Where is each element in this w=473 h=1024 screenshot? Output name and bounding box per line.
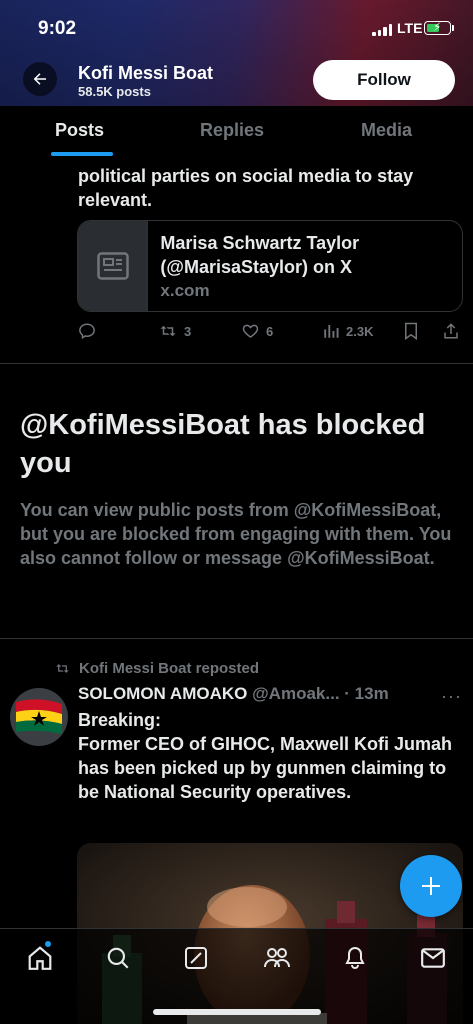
article-icon — [78, 221, 149, 311]
repost-button[interactable]: 3 — [158, 322, 191, 340]
tab-media[interactable]: Media — [361, 120, 412, 141]
post-text-line: Breaking: — [78, 710, 162, 730]
post-text[interactable]: Breaking: Former CEO of GIHOC, Maxwell K… — [78, 708, 458, 804]
ghana-flag-avatar — [10, 688, 68, 746]
bookmark-button[interactable] — [403, 322, 419, 340]
network-label: LTE — [397, 20, 423, 36]
blocked-title: @KofiMessiBoat has blocked you — [20, 409, 426, 479]
back-button[interactable] — [23, 62, 57, 96]
divider — [0, 638, 473, 639]
profile-name: Kofi Messi Boat — [78, 63, 214, 83]
share-button[interactable] — [442, 322, 460, 340]
battery-icon: ⚡ — [424, 20, 451, 35]
post-count: 58.5K posts — [78, 84, 151, 99]
signal-icon — [372, 24, 392, 36]
post-header: SOLOMON AMOAKO @Amoak... · 13m — [78, 684, 438, 704]
reply-button[interactable] — [78, 322, 96, 340]
share-icon — [444, 323, 458, 339]
active-tab-indicator — [51, 152, 113, 156]
nav-notifications[interactable] — [340, 943, 370, 973]
repost-count: 3 — [184, 323, 192, 339]
nav-communities[interactable] — [262, 943, 292, 973]
repost-context[interactable]: Kofi Messi Boat reposted — [54, 660, 259, 677]
profile-header: Kofi Messi Boat 58.5K posts Follow — [0, 56, 473, 106]
reply-icon — [79, 323, 95, 340]
grok-icon — [185, 947, 207, 969]
messages-icon — [421, 948, 445, 968]
tab-replies[interactable]: Replies — [200, 120, 264, 141]
repost-label: Kofi Messi Boat reposted — [79, 660, 260, 677]
views-button[interactable]: 2.3K — [322, 322, 373, 340]
notifications-icon — [345, 946, 365, 969]
tab-posts[interactable]: Posts — [55, 120, 104, 141]
home-indicator — [153, 1009, 321, 1015]
nav-messages[interactable] — [418, 943, 448, 973]
nav-grok[interactable] — [181, 943, 211, 973]
follow-button[interactable]: Follow — [313, 60, 455, 100]
avatar[interactable] — [10, 688, 68, 746]
home-icon — [28, 946, 52, 970]
nav-search[interactable] — [103, 943, 133, 973]
search-icon — [107, 947, 129, 969]
link-card-title: Marisa Schwartz Taylor (@MarisaStaylor) … — [160, 233, 360, 277]
like-count: 6 — [266, 323, 274, 339]
status-bar: 9:02 LTE ⚡ — [0, 0, 473, 56]
post-time: · 13m — [344, 684, 389, 703]
compose-button[interactable] — [400, 855, 462, 917]
bookmark-icon — [405, 322, 417, 340]
profile-tabs: Posts Replies Media — [0, 106, 473, 156]
author-name[interactable]: SOLOMON AMOAKO — [78, 684, 247, 703]
repost-icon — [160, 325, 176, 337]
nav-home[interactable] — [25, 943, 55, 973]
back-arrow-icon — [33, 73, 46, 85]
plus-icon — [422, 877, 440, 895]
post-text-body: Former CEO of GIHOC, Maxwell Kofi Jumah … — [78, 734, 453, 802]
status-time: 9:02 — [38, 18, 77, 39]
link-card[interactable]: Marisa Schwartz Taylor (@MarisaStaylor) … — [77, 220, 463, 312]
author-handle[interactable]: @Amoak... — [252, 684, 339, 703]
more-options-icon[interactable]: ··· — [441, 686, 462, 707]
blocked-body: You can view public posts from @KofiMess… — [20, 500, 452, 568]
home-notification-dot — [45, 941, 51, 947]
communities-icon — [264, 948, 290, 968]
link-card-domain: x.com — [160, 281, 210, 300]
view-count: 2.3K — [346, 323, 374, 339]
views-icon — [324, 325, 339, 338]
divider — [0, 363, 473, 364]
post-actions: 3 6 2.3K — [78, 322, 463, 344]
repost-icon — [56, 664, 69, 673]
post-text[interactable]: political parties on social media to sta… — [78, 164, 458, 212]
like-button[interactable]: 6 — [241, 322, 273, 340]
heart-icon — [242, 324, 259, 338]
